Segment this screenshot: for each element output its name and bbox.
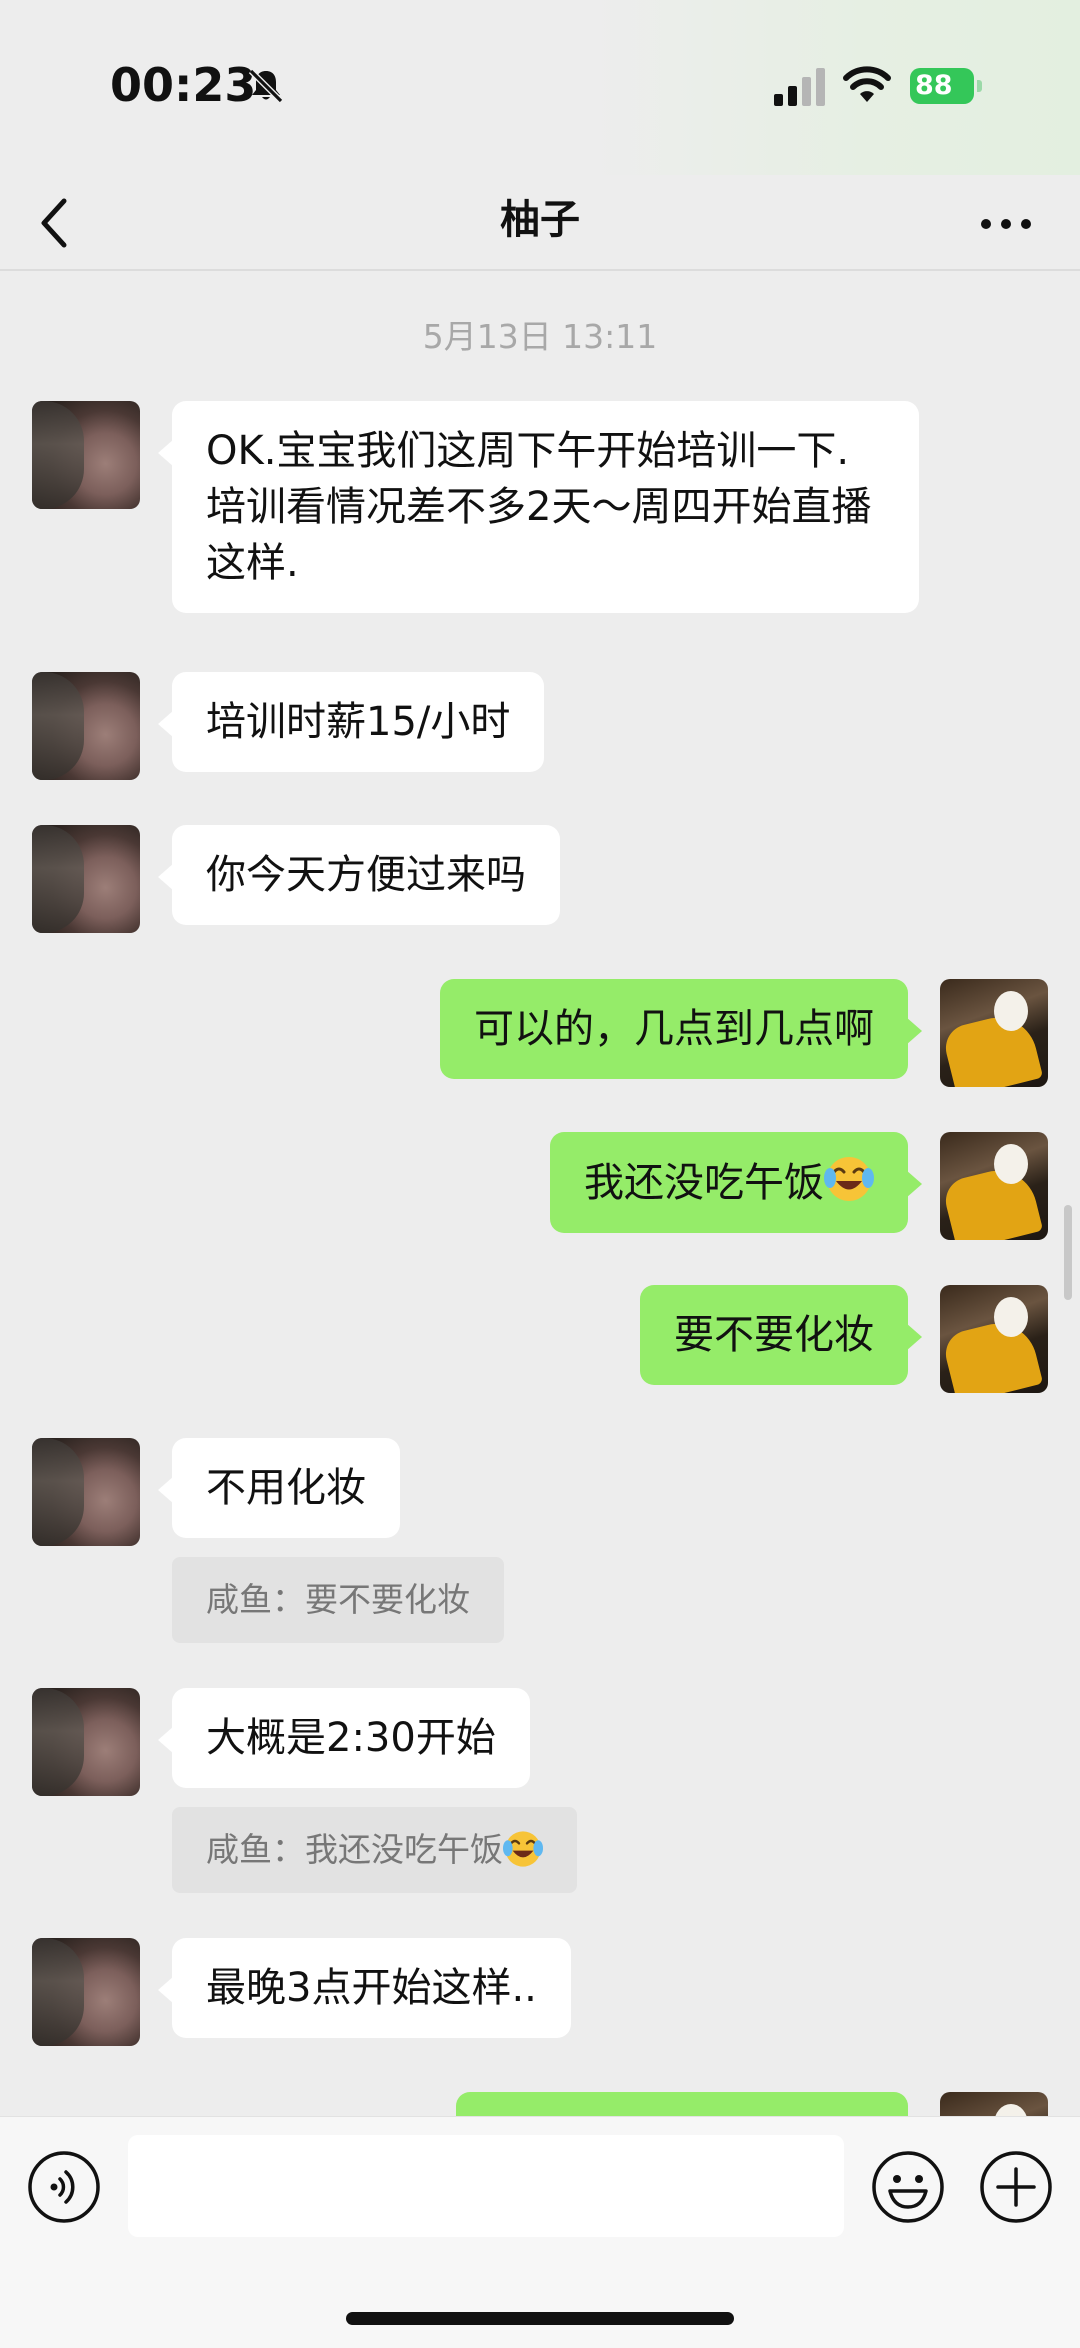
my-avatar[interactable] xyxy=(940,979,1048,1087)
message-text: 我还没吃午饭 xyxy=(584,1160,824,1206)
chat-timestamp: 5月13日 13:11 xyxy=(422,317,658,356)
contact-avatar[interactable] xyxy=(32,1938,140,2046)
contact-avatar[interactable] xyxy=(32,1438,140,1546)
message-bubble-outgoing[interactable]: 我还没吃午饭 xyxy=(550,1132,922,1233)
message-bubble-incoming[interactable]: 大概是2:30开始 xyxy=(158,1688,530,1788)
message-input[interactable] xyxy=(128,2135,844,2237)
battery-level: 88 xyxy=(910,68,974,104)
nav-bar: 柚子 xyxy=(0,175,1080,271)
status-bar: 00:23 88 xyxy=(0,0,1080,175)
status-time: 00:23 xyxy=(110,58,257,112)
message-bubble-incoming[interactable]: OK.宝宝我们这周下午开始培训一下.培训看情况差不多2天～周四开始直播这样. xyxy=(158,401,919,613)
battery-charging-icon: 88 xyxy=(910,68,984,104)
chevron-left-icon[interactable] xyxy=(28,189,88,257)
quoted-message[interactable]: 咸鱼：要不要化妆 xyxy=(172,1557,504,1643)
nav-divider xyxy=(0,269,1080,271)
scroll-indicator[interactable] xyxy=(1064,1205,1072,1300)
bell-muted-icon xyxy=(248,68,284,104)
my-avatar[interactable] xyxy=(940,1285,1048,1393)
contact-avatar[interactable] xyxy=(32,672,140,780)
message-bubble-incoming[interactable]: 培训时薪15/小时 xyxy=(157,672,545,772)
tears-of-joy-emoji xyxy=(824,1157,874,1201)
my-avatar[interactable] xyxy=(940,1132,1048,1240)
wifi-icon xyxy=(843,66,891,102)
plus-icon[interactable] xyxy=(978,2149,1054,2225)
message-bubble-incoming[interactable]: 你今天方便过来吗 xyxy=(158,825,560,925)
quote-text: 咸鱼：我还没吃午饭 xyxy=(206,1830,503,1869)
message-bubble-incoming[interactable]: 不用化妆 xyxy=(158,1438,400,1538)
contact-avatar[interactable] xyxy=(32,401,140,509)
contact-avatar[interactable] xyxy=(32,825,140,933)
more-dots-icon[interactable] xyxy=(976,199,1036,249)
tears-of-joy-emoji xyxy=(503,1831,543,1867)
chat-title: 柚子 xyxy=(500,197,580,243)
home-indicator[interactable] xyxy=(346,2312,734,2325)
message-bubble-outgoing[interactable]: 要不要化妆 xyxy=(640,1285,922,1385)
voice-icon[interactable] xyxy=(26,2149,102,2225)
contact-avatar[interactable] xyxy=(32,1688,140,1796)
quoted-message[interactable]: 咸鱼：我还没吃午饭 xyxy=(172,1807,577,1893)
cellular-signal-icon xyxy=(774,68,825,106)
message-bubble-incoming[interactable]: 最晚3点开始这样.. xyxy=(158,1938,571,2038)
emoji-smiley-icon[interactable] xyxy=(870,2149,946,2225)
message-bubble-outgoing[interactable]: 可以的，几点到几点啊 xyxy=(440,979,922,1079)
